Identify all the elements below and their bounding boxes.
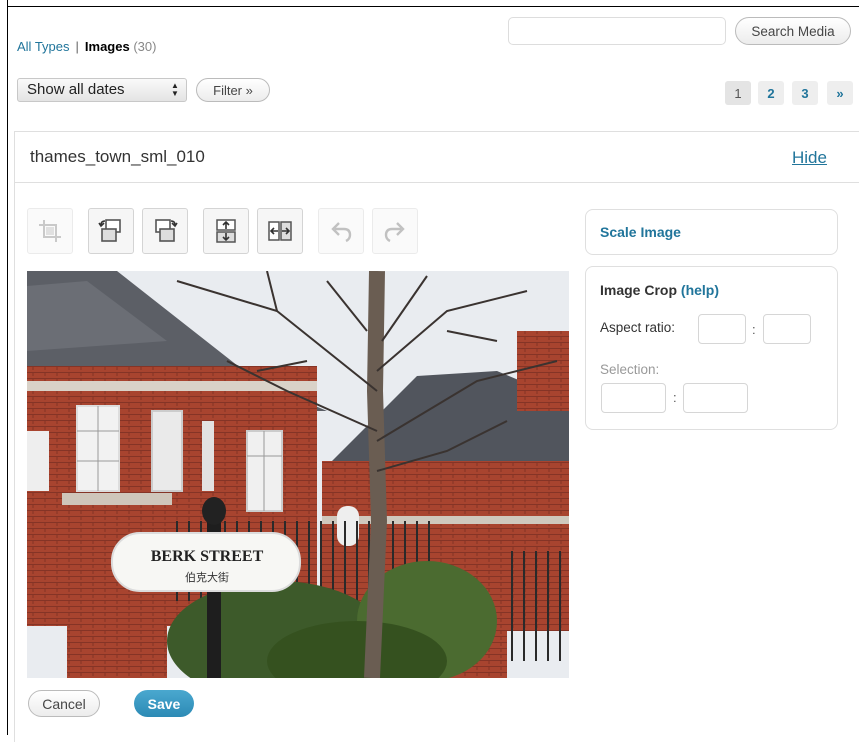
scale-image-box[interactable]: Scale Image xyxy=(585,209,838,255)
page-3-link[interactable]: 3 xyxy=(792,81,818,105)
type-separator: | xyxy=(75,39,79,54)
media-filename: thames_town_sml_010 xyxy=(30,147,205,166)
redo-icon xyxy=(384,222,405,243)
rotate-left-button[interactable] xyxy=(88,208,134,254)
selection-label: Selection: xyxy=(600,362,660,377)
rotate-right-icon xyxy=(155,219,178,242)
redo-button[interactable] xyxy=(372,208,418,254)
flip-horizontal-button[interactable] xyxy=(257,208,303,254)
flip-horizontal-icon xyxy=(268,221,292,241)
media-item-header: thames_town_sml_010 Hide xyxy=(15,132,859,183)
hide-link[interactable]: Hide xyxy=(792,148,827,168)
crop-icon xyxy=(39,220,61,242)
selection-colon: : xyxy=(673,390,677,405)
page-2-link[interactable]: 2 xyxy=(758,81,784,105)
rotate-right-button[interactable] xyxy=(142,208,188,254)
flip-vertical-icon xyxy=(216,219,236,243)
aspect-ratio-width-input[interactable] xyxy=(698,314,746,344)
rotate-left-icon xyxy=(98,219,121,242)
date-filter-select[interactable]: Show all dates ▲ ▼ xyxy=(17,78,187,102)
page-1-current: 1 xyxy=(725,81,751,105)
undo-icon xyxy=(331,222,352,243)
images-filter-current[interactable]: Images xyxy=(85,39,130,54)
aspect-ratio-height-input[interactable] xyxy=(763,314,811,344)
search-media-input[interactable] xyxy=(508,17,726,45)
image-crop-box: Image Crop (help) Aspect ratio: : Select… xyxy=(585,266,838,430)
street-photo: BERK STREET 伯克大街 xyxy=(27,271,569,678)
sign-text-chinese: 伯克大街 xyxy=(185,570,229,584)
undo-button[interactable] xyxy=(318,208,364,254)
aspect-colon: : xyxy=(752,322,756,337)
sign-text-english: BERK STREET xyxy=(151,548,264,565)
filter-button[interactable]: Filter » xyxy=(196,78,270,102)
date-filter-value: Show all dates xyxy=(27,81,125,98)
window-frame-left xyxy=(7,0,8,735)
selection-height-input[interactable] xyxy=(683,383,748,413)
image-preview[interactable]: BERK STREET 伯克大街 xyxy=(27,271,569,678)
scale-image-title[interactable]: Scale Image xyxy=(600,224,681,240)
aspect-ratio-label: Aspect ratio: xyxy=(600,320,676,335)
next-page-link[interactable]: » xyxy=(827,81,853,105)
save-button[interactable]: Save xyxy=(134,690,194,717)
cancel-button[interactable]: Cancel xyxy=(28,690,100,717)
search-media-button[interactable]: Search Media xyxy=(735,17,851,45)
media-type-filter: All Types | Images (30) xyxy=(17,39,156,54)
flip-vertical-button[interactable] xyxy=(203,208,249,254)
image-crop-title: Image Crop (help) xyxy=(600,282,719,298)
images-count: (30) xyxy=(133,39,157,54)
window-frame-top xyxy=(7,6,859,7)
selection-width-input[interactable] xyxy=(601,383,666,413)
crop-help-link[interactable]: (help) xyxy=(681,282,719,298)
all-types-link[interactable]: All Types xyxy=(17,39,70,54)
select-arrows-icon: ▲ ▼ xyxy=(171,81,179,98)
image-crop-label: Image Crop xyxy=(600,282,678,298)
crop-button[interactable] xyxy=(27,208,73,254)
